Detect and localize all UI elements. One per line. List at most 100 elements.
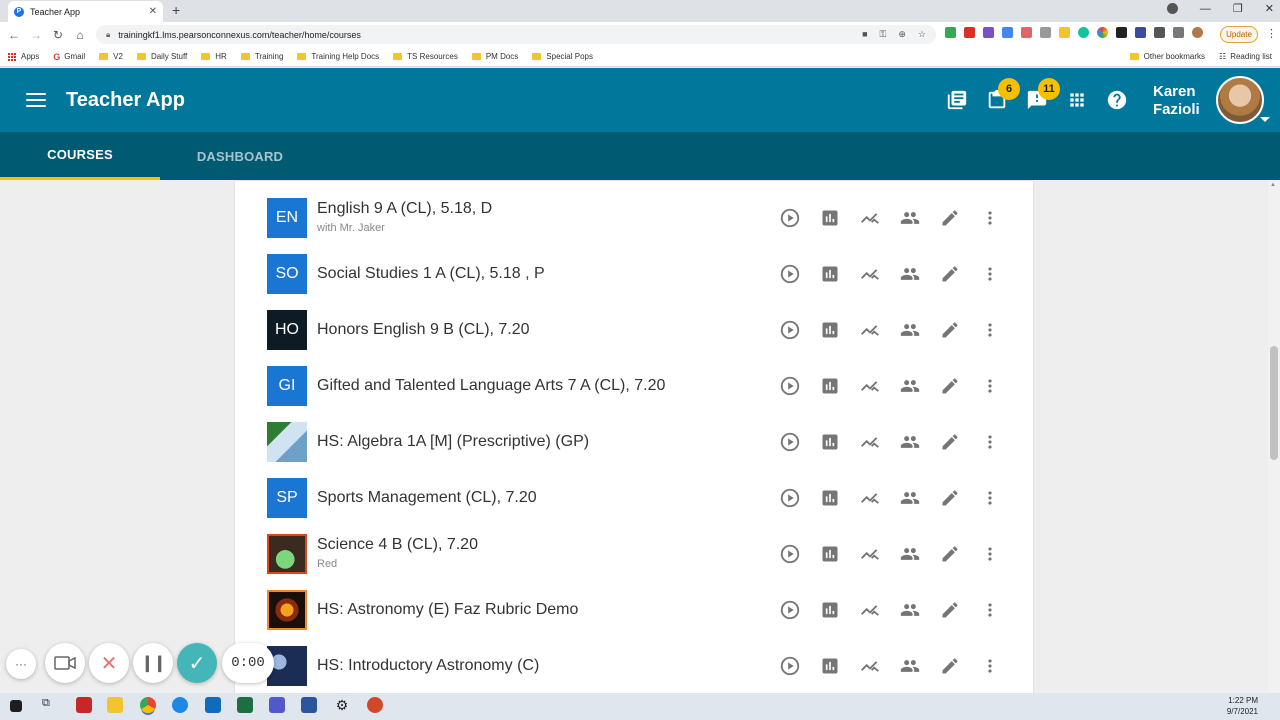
scroll-up-icon[interactable]: ▲: [1270, 182, 1276, 188]
course-row[interactable]: EN English 9 A (CL), 5.18, D with Mr. Jake…: [235, 190, 1033, 246]
students-group-icon[interactable]: [890, 264, 930, 284]
pdf-extension-icon[interactable]: [964, 27, 975, 38]
progress-trend-icon[interactable]: [850, 656, 890, 676]
gradebook-chart-icon[interactable]: [810, 208, 850, 228]
user-name[interactable]: Karen Fazioli: [1153, 83, 1200, 119]
edit-pencil-icon[interactable]: [930, 376, 970, 396]
course-title[interactable]: Sports Management (CL), 7.20: [317, 489, 537, 507]
more-vert-icon[interactable]: [970, 544, 1010, 564]
more-vert-icon[interactable]: [970, 600, 1010, 620]
bookmark-folder[interactable]: Training Help Docs: [297, 52, 379, 61]
course-title[interactable]: Science 4 B (CL), 7.20: [317, 536, 478, 554]
scrollbar-thumb[interactable]: [1270, 346, 1278, 460]
progress-trend-icon[interactable]: [850, 320, 890, 340]
caret-down-icon[interactable]: [1260, 117, 1270, 122]
edit-pencil-icon[interactable]: [930, 432, 970, 452]
gradebook-chart-icon[interactable]: [810, 264, 850, 284]
teams-icon[interactable]: [269, 697, 285, 713]
menu-icon[interactable]: [26, 93, 46, 107]
edge-icon[interactable]: [172, 697, 188, 713]
bookmark-folder[interactable]: TS Resources: [393, 52, 458, 61]
translate-extension-icon[interactable]: [1002, 27, 1013, 38]
powerpoint-icon[interactable]: [367, 697, 383, 713]
course-abbreviation-badge[interactable]: SP: [267, 478, 307, 518]
bookmark-folder[interactable]: Training: [240, 52, 283, 61]
students-group-icon[interactable]: [890, 600, 930, 620]
word-icon[interactable]: [301, 697, 317, 713]
camera-toggle-button[interactable]: [45, 643, 85, 683]
progress-trend-icon[interactable]: [850, 544, 890, 564]
profile-avatar-icon[interactable]: [1192, 27, 1203, 38]
course-title[interactable]: Social Studies 1 A (CL), 5.18 , P: [317, 265, 545, 283]
close-window-icon[interactable]: ✕: [1265, 2, 1274, 15]
tab-dashboard[interactable]: DASHBOARD: [160, 132, 320, 180]
course-abbreviation-badge[interactable]: SO: [267, 254, 307, 294]
course-thumbnail-image[interactable]: [267, 590, 307, 630]
other-bookmarks[interactable]: Other bookmarks: [1129, 52, 1205, 61]
progress-trend-icon[interactable]: [850, 432, 890, 452]
gradebook-chart-icon[interactable]: [810, 656, 850, 676]
course-row[interactable]: HS: Algebra 1A [M] (Prescriptive) (GP): [235, 414, 1033, 470]
reading-list[interactable]: ☷ Reading list: [1219, 52, 1272, 61]
course-thumbnail-image[interactable]: [267, 534, 307, 574]
zoom-icon[interactable]: ⊕: [898, 29, 906, 40]
close-tab-icon[interactable]: ✕: [149, 6, 157, 17]
taskbar-clock[interactable]: 1:22 PM 9/7/2021: [1227, 695, 1258, 717]
star-bookmark-icon[interactable]: ☆: [918, 29, 926, 40]
course-row[interactable]: HS: Astronomy (E) Faz Rubric Demo: [235, 582, 1033, 638]
course-title[interactable]: HS: Astronomy (E) Faz Rubric Demo: [317, 601, 578, 619]
students-group-icon[interactable]: [890, 320, 930, 340]
tab-courses[interactable]: COURSES: [0, 132, 160, 180]
cancel-recording-button[interactable]: ✕: [89, 643, 129, 683]
extension-icon[interactable]: [945, 27, 956, 38]
more-vert-icon[interactable]: [970, 488, 1010, 508]
bookmark-gmail[interactable]: G Gmail: [53, 52, 85, 62]
gradebook-chart-icon[interactable]: [810, 432, 850, 452]
more-vert-icon[interactable]: [970, 208, 1010, 228]
task-view-icon[interactable]: ⧉: [42, 697, 58, 713]
course-row[interactable]: Science 4 B (CL), 7.20 Red: [235, 526, 1033, 582]
course-row[interactable]: SP Sports Management (CL), 7.20: [235, 470, 1033, 526]
excel-icon[interactable]: [237, 697, 253, 713]
bookmark-folder[interactable]: PM Docs: [471, 52, 518, 61]
finish-recording-button[interactable]: ✓: [177, 643, 217, 683]
gradebook-chart-icon[interactable]: [810, 376, 850, 396]
file-explorer-icon[interactable]: [107, 697, 123, 713]
students-group-icon[interactable]: [890, 544, 930, 564]
course-abbreviation-badge[interactable]: HO: [267, 310, 307, 350]
more-options-button[interactable]: ···: [6, 649, 36, 679]
back-icon[interactable]: ←: [6, 28, 22, 42]
play-icon[interactable]: [770, 600, 810, 620]
bookmark-folder[interactable]: Special Pops: [532, 52, 593, 61]
settings-gear-icon[interactable]: ⚙: [334, 697, 350, 713]
camera-icon[interactable]: ■: [862, 29, 867, 40]
extension-icon[interactable]: [1021, 27, 1032, 38]
extension-icon[interactable]: [1135, 27, 1146, 38]
course-thumbnail-image[interactable]: [267, 422, 307, 462]
students-group-icon[interactable]: [890, 432, 930, 452]
chrome-taskbar-icon[interactable]: [140, 697, 156, 713]
course-row[interactable]: GI Gifted and Talented Language Arts 7 A …: [235, 358, 1033, 414]
edit-pencil-icon[interactable]: [930, 488, 970, 508]
course-abbreviation-badge[interactable]: GI: [267, 366, 307, 406]
progress-trend-icon[interactable]: [850, 488, 890, 508]
color-picker-icon[interactable]: [1097, 27, 1108, 38]
gradebook-chart-icon[interactable]: [810, 544, 850, 564]
progress-trend-icon[interactable]: [850, 208, 890, 228]
students-group-icon[interactable]: [890, 488, 930, 508]
course-title[interactable]: Gifted and Talented Language Arts 7 A (C…: [317, 377, 665, 395]
key-icon[interactable]: ⚿: [880, 29, 887, 40]
gradebook-chart-icon[interactable]: [810, 600, 850, 620]
bookmark-folder[interactable]: Daily Stuff: [136, 52, 187, 61]
extension-icon[interactable]: [983, 27, 994, 38]
students-group-icon[interactable]: [890, 208, 930, 228]
gradebook-chart-icon[interactable]: [810, 488, 850, 508]
progress-trend-icon[interactable]: [850, 600, 890, 620]
media-icon[interactable]: [1173, 27, 1184, 38]
play-icon[interactable]: [770, 432, 810, 452]
more-vert-icon[interactable]: [970, 376, 1010, 396]
more-vert-icon[interactable]: [970, 264, 1010, 284]
browser-tab[interactable]: P Teacher App ✕: [8, 1, 163, 22]
address-bar[interactable]: 🔒︎ trainingkf1.lms.pearsonconnexus.com/t…: [96, 25, 936, 44]
bookmark-apps[interactable]: Apps: [8, 52, 39, 61]
